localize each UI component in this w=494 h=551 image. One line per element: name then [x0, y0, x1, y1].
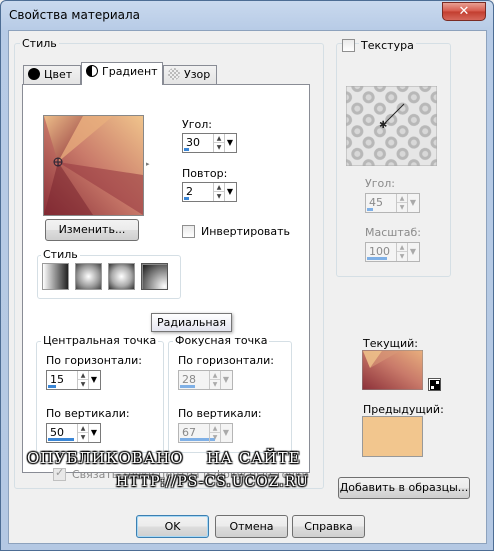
- texture-scale-level-bar: [367, 257, 387, 260]
- center-v-spinner[interactable]: ▲ ▼: [77, 424, 88, 442]
- focal-v-label: По вертикали:: [178, 407, 262, 420]
- focal-h-dropdown-icon[interactable]: ▼: [220, 371, 231, 389]
- close-button[interactable]: ✕: [442, 2, 486, 21]
- tab-gradient-label: Градиент: [102, 65, 158, 78]
- focal-v-dropdown-icon[interactable]: ▼: [220, 424, 231, 442]
- center-v-level-bar: [48, 438, 74, 441]
- center-h-label: По горизонтали:: [46, 354, 142, 367]
- watermark-line1: ОПУБЛИКОВАНО НА САЙТЕ: [27, 449, 301, 467]
- link-points-checkbox[interactable]: ✓: [53, 466, 66, 481]
- tab-color[interactable]: Цвет: [23, 65, 81, 85]
- tab-gradient[interactable]: Градиент: [81, 62, 163, 85]
- repeat-field[interactable]: 2 ▲ ▼ ▼: [182, 182, 237, 202]
- angle-label: Угол:: [182, 118, 212, 131]
- center-h-spinner[interactable]: ▲ ▼: [77, 371, 88, 389]
- invert-checkbox[interactable]: [182, 225, 195, 238]
- rectangular-gradient-icon[interactable]: [75, 263, 102, 290]
- sunburst-gradient-icon[interactable]: [108, 263, 135, 290]
- preview-scroll-arrow-icon: ▸: [146, 160, 150, 168]
- center-h-level-bar: [48, 385, 56, 388]
- swap-colors-icon[interactable]: [428, 378, 441, 391]
- tab-color-label: Цвет: [44, 68, 73, 81]
- edit-gradient-button[interactable]: Изменить...: [45, 219, 139, 241]
- add-to-swatches-button[interactable]: Добавить в образцы...: [338, 477, 470, 499]
- focal-h-level-bar: [180, 385, 195, 388]
- repeat-label: Повтор:: [182, 167, 228, 180]
- focal-point-label: Фокусная точка: [173, 334, 270, 347]
- cancel-button[interactable]: Отмена: [215, 515, 288, 538]
- texture-label: Текстура: [359, 39, 416, 52]
- focal-h-spinner[interactable]: ▲ ▼: [209, 371, 220, 389]
- focal-v-spinner[interactable]: ▲ ▼: [209, 424, 220, 442]
- center-v-label: По вертикали:: [46, 407, 130, 420]
- gradient-tab-panel: ▸ Угол: 30 ▲ ▼ ▼ Повтор: 2 ▲ ▼ ▼ Изменить.…: [22, 84, 310, 481]
- black-circle-icon: [28, 68, 40, 80]
- style-group-label: Стиль: [20, 37, 59, 50]
- texture-scale-field[interactable]: 100 ▲ ▼ ▼: [365, 242, 420, 262]
- current-swatch: [362, 350, 423, 390]
- texture-scale-dropdown-icon[interactable]: ▼: [407, 243, 418, 261]
- pattern-icon: [168, 68, 180, 80]
- repeat-spinner[interactable]: ▲ ▼: [213, 183, 224, 201]
- gradient-style-label: Стиль: [41, 248, 80, 261]
- previous-label: Предыдущий:: [363, 403, 444, 416]
- dialog-window: Свойства материала ✕ Стиль Цвет Градиент…: [0, 0, 494, 551]
- repeat-level-bar: [184, 197, 189, 200]
- svg-text:✱: ✱: [379, 120, 387, 131]
- invert-label: Инвертировать: [201, 225, 291, 238]
- texture-angle-field[interactable]: 45 ▲ ▼ ▼: [365, 193, 420, 213]
- watermark-line2: HTTP://PS-CS.UCOZ.RU: [116, 474, 309, 490]
- check-icon: ✓: [55, 466, 65, 479]
- angle-dropdown-icon[interactable]: ▼: [224, 134, 235, 152]
- gradient-preview[interactable]: [43, 115, 144, 216]
- ok-button[interactable]: OK: [136, 515, 209, 538]
- linear-gradient-icon[interactable]: [42, 263, 69, 290]
- tab-pattern[interactable]: Узор: [163, 65, 217, 85]
- texture-scale-spinner[interactable]: ▲ ▼: [396, 243, 407, 261]
- texture-angle-dropdown-icon[interactable]: ▼: [407, 194, 418, 212]
- half-circle-icon: [86, 65, 98, 77]
- texture-scale-label: Масштаб:: [365, 226, 421, 239]
- current-label: Текущий:: [363, 337, 419, 350]
- texture-angle-label: Угол:: [365, 177, 395, 190]
- title-bar[interactable]: Свойства материала ✕: [1, 1, 493, 29]
- focal-v-field[interactable]: 67 ▲ ▼ ▼: [178, 423, 233, 443]
- angle-field[interactable]: 30 ▲ ▼ ▼: [182, 133, 237, 153]
- dialog-client-area: Стиль Цвет Градиент Узор ▸ Угол: 30 ▲ ▼ …: [8, 30, 487, 544]
- texture-angle-level-bar: [367, 208, 373, 211]
- texture-checkbox[interactable]: [342, 39, 355, 52]
- center-v-field[interactable]: 50 ▲ ▼ ▼: [46, 423, 101, 443]
- center-v-dropdown-icon[interactable]: ▼: [88, 424, 99, 442]
- texture-preview[interactable]: ✱: [346, 86, 437, 166]
- radial-gradient-icon[interactable]: [141, 263, 168, 290]
- focal-h-field[interactable]: 28 ▲ ▼ ▼: [178, 370, 233, 390]
- focal-h-label: По горизонтали:: [178, 354, 274, 367]
- style-tooltip: Радиальная: [151, 313, 232, 332]
- center-point-label: Центральная точка: [41, 334, 159, 347]
- texture-angle-spinner[interactable]: ▲ ▼: [396, 194, 407, 212]
- center-h-dropdown-icon[interactable]: ▼: [88, 371, 99, 389]
- window-title: Свойства материала: [9, 8, 140, 22]
- previous-swatch[interactable]: [362, 416, 423, 457]
- angle-spinner[interactable]: ▲ ▼: [213, 134, 224, 152]
- repeat-dropdown-icon[interactable]: ▼: [224, 183, 235, 201]
- angle-level-bar: [184, 148, 189, 151]
- help-button[interactable]: Справка: [292, 515, 365, 538]
- center-h-field[interactable]: 15 ▲ ▼ ▼: [46, 370, 101, 390]
- tab-pattern-label: Узор: [184, 68, 211, 81]
